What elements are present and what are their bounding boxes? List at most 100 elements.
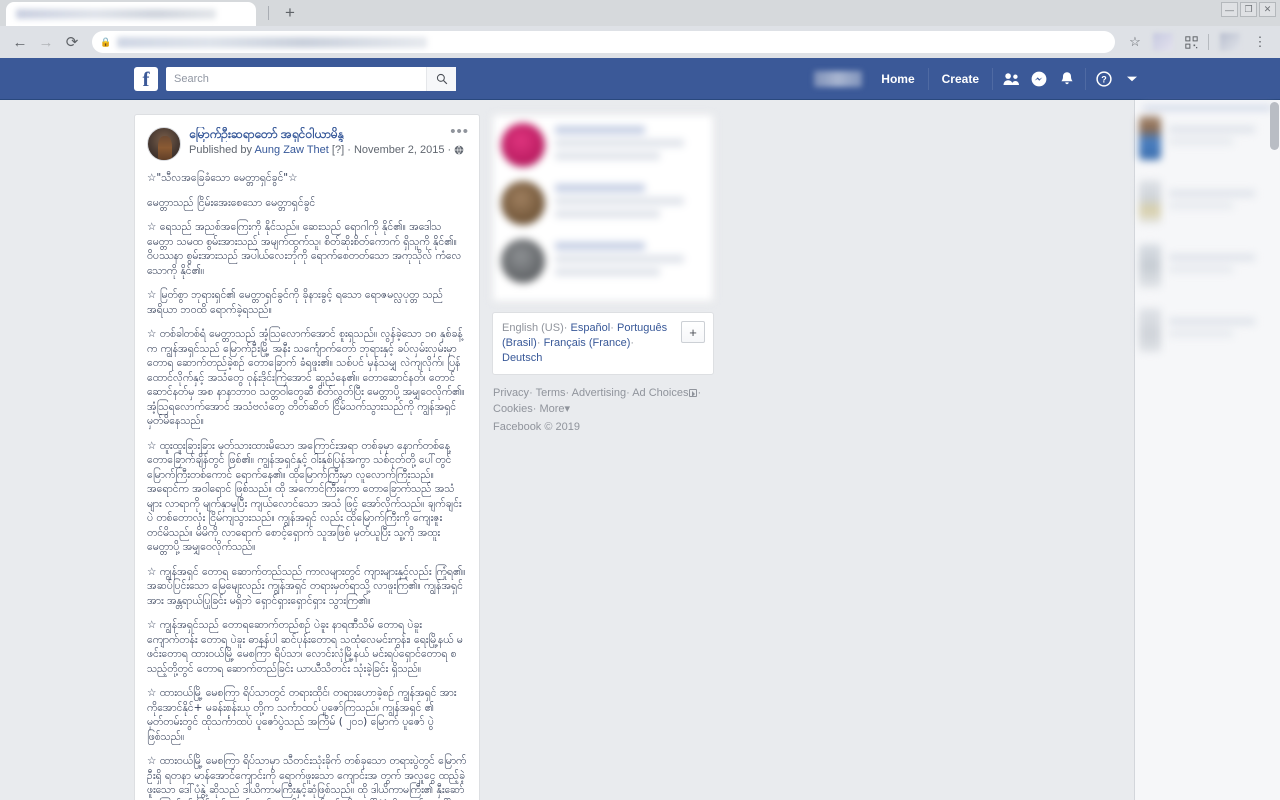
lang-separator: · <box>536 337 541 349</box>
post-paragraph: ☆ ရေသည် အညစ်အကြေးကို နိုင်သည်။ ဆေးသည် ရေ… <box>147 221 462 277</box>
bookmark-star-icon[interactable]: ☆ <box>1123 30 1147 54</box>
list-item[interactable] <box>1139 308 1276 352</box>
footer-advertising[interactable]: Advertising <box>572 387 626 399</box>
footer-more[interactable]: More <box>539 403 564 415</box>
browser-chrome: + — ❐ ✕ ← → ⟳ 🔒 ☆ ⋮ <box>0 0 1280 58</box>
language-deutsch[interactable]: Deutsch <box>502 352 542 364</box>
list-item[interactable] <box>1139 180 1276 224</box>
post-paragraph: ☆ မြတ်စွာ ဘုရားရှင်၏ မေတ္တာရှင်ခွင်ကို ခ… <box>147 289 443 316</box>
post-options-menu[interactable]: ••• <box>450 124 469 139</box>
nav-divider <box>927 67 929 90</box>
byline-separator-2: · <box>447 144 452 156</box>
reload-icon[interactable]: ⟳ <box>60 30 84 54</box>
language-list: English (US)· Español· Português (Brasil… <box>502 321 681 366</box>
account-dropdown-icon[interactable] <box>1118 67 1146 91</box>
avatar <box>1139 180 1161 224</box>
list-item[interactable] <box>1139 116 1276 160</box>
facebook-search-box[interactable] <box>166 66 456 91</box>
close-button[interactable]: ✕ <box>1259 2 1276 17</box>
new-tab-button[interactable]: + <box>277 2 303 24</box>
footer-sep: · <box>565 387 570 399</box>
avatar <box>1139 116 1161 160</box>
avatar[interactable] <box>147 127 181 161</box>
language-espanol[interactable]: Español <box>570 322 610 334</box>
footer-privacy[interactable]: Privacy <box>493 387 529 399</box>
post-paragraph: ☆ တစ်ခါတစ်ရံ မေတ္တာသည် အံ့သြလောက်အောင် စ… <box>147 328 465 427</box>
browser-tab[interactable] <box>6 2 256 26</box>
tab-title-redacted <box>16 9 216 19</box>
window-controls: — ❐ ✕ <box>1221 2 1276 17</box>
toolbar-divider <box>1208 34 1209 50</box>
footer-sep: · <box>532 403 537 415</box>
list-item[interactable] <box>501 239 705 283</box>
author-suffix: [?] <box>331 144 345 156</box>
lock-icon: 🔒 <box>100 36 112 47</box>
back-icon[interactable]: ← <box>8 30 32 54</box>
footer-sep: · <box>697 387 702 399</box>
profile-name-redacted[interactable] <box>814 70 863 87</box>
language-english-us[interactable]: English (US) <box>502 322 564 334</box>
post-paragraph: ☆ ကျွန်အရှင် တောရ ဆောက်တည်သည် ကာလများတွင… <box>147 565 466 607</box>
post-byline: Published by Aung Zaw Thet [?] · Novembe… <box>189 143 467 160</box>
friend-requests-icon[interactable] <box>997 67 1025 91</box>
lang-separator: · <box>563 322 568 334</box>
minimize-button[interactable]: — <box>1221 2 1238 17</box>
avatar <box>501 181 545 225</box>
suggestions-card-redacted[interactable] <box>492 114 714 302</box>
chrome-menu-icon[interactable]: ⋮ <box>1248 30 1272 54</box>
extension-icon[interactable] <box>1153 33 1173 51</box>
post-header: မြောက်ဦးဆရာတော် အရှင်ဝါယာမိန္ဒ Published… <box>147 124 469 161</box>
nav-divider <box>1085 67 1086 90</box>
lang-separator: · <box>630 337 635 349</box>
search-input[interactable] <box>166 67 426 90</box>
lang-separator: · <box>610 322 614 334</box>
footer-sep: · <box>626 387 630 399</box>
nav-home[interactable]: Home <box>872 72 923 86</box>
post-paragraph: ☆ ကျွန်အရှင်သည် တောရဆောက်တည်စဉ် ပဲခူး နာ… <box>147 619 463 675</box>
language-francais[interactable]: Français (France) <box>544 337 631 349</box>
post-paragraph: ☆ ထူးထူးခြားခြား မှတ်သားထားမိသော အကြောင်… <box>147 439 462 554</box>
language-selector-card: English (US)· Español· Português (Brasil… <box>492 312 714 375</box>
facebook-logo-icon[interactable]: f <box>134 66 158 91</box>
more-caret-icon[interactable]: ▾ <box>565 403 571 415</box>
avatar <box>501 239 545 283</box>
facebook-header: f Home Create <box>0 58 1280 100</box>
notifications-icon[interactable] <box>1053 67 1081 91</box>
list-item[interactable] <box>501 123 705 167</box>
browser-tabstrip: + — ❐ ✕ <box>0 0 1280 26</box>
copyright-text: Facebook © 2019 <box>493 421 580 433</box>
maximize-button[interactable]: ❐ <box>1240 2 1257 17</box>
list-item[interactable] <box>1139 244 1276 288</box>
chat-sidebar[interactable] <box>1134 100 1280 800</box>
more-languages-button[interactable]: + <box>681 321 705 343</box>
footer-links: Privacy· Terms· Advertising· Ad Choices ·… <box>492 385 714 435</box>
help-icon[interactable]: ? <box>1090 67 1118 91</box>
chat-contacts-redacted[interactable] <box>1135 100 1280 378</box>
post-date[interactable]: November 2, 2015 <box>354 144 445 156</box>
footer-terms[interactable]: Terms <box>536 387 566 399</box>
profile-avatar-icon[interactable] <box>1220 33 1240 51</box>
messenger-icon[interactable] <box>1025 67 1053 91</box>
browser-toolbar: ← → ⟳ 🔒 ☆ ⋮ <box>0 26 1280 58</box>
post-paragraph: မေတ္တာသည် ငြိမ်းအေးစေသော မေတ္တာရှင်ခွင် <box>147 196 316 209</box>
forward-icon[interactable]: → <box>34 30 58 54</box>
post-author[interactable]: Aung Zaw Thet <box>254 144 328 156</box>
avatar <box>501 123 545 167</box>
nav-create[interactable]: Create <box>933 72 988 86</box>
footer-ad-choices[interactable]: Ad Choices <box>632 387 688 399</box>
address-bar[interactable]: 🔒 <box>92 31 1115 53</box>
url-text-redacted <box>117 36 428 48</box>
published-prefix: Published by <box>189 144 252 156</box>
footer-cookies[interactable]: Cookies <box>493 403 533 415</box>
chat-scrollbar[interactable] <box>1270 102 1279 150</box>
search-icon[interactable] <box>426 66 456 91</box>
page-body: မြောက်ဦးဆရာတော် အရှင်ဝါယာမိန္ဒ Published… <box>0 100 1280 800</box>
post-paragraph: ☆ ထားဝယ်မြို့ မေစကြာ ရိပ်သာတွင် တရားထိုင… <box>147 687 457 743</box>
avatar <box>1139 308 1161 352</box>
list-item[interactable] <box>501 181 705 225</box>
globe-public-icon[interactable] <box>454 145 464 160</box>
post-card: မြောက်ဦးဆရာတော် အရှင်ဝါယာမိန္ဒ Published… <box>134 114 480 800</box>
page-title[interactable]: မြောက်ဦးဆရာတော် အရှင်ဝါယာမိန္ဒ <box>189 127 467 142</box>
byline-separator: · <box>347 144 351 156</box>
qr-cast-icon[interactable] <box>1179 30 1203 54</box>
